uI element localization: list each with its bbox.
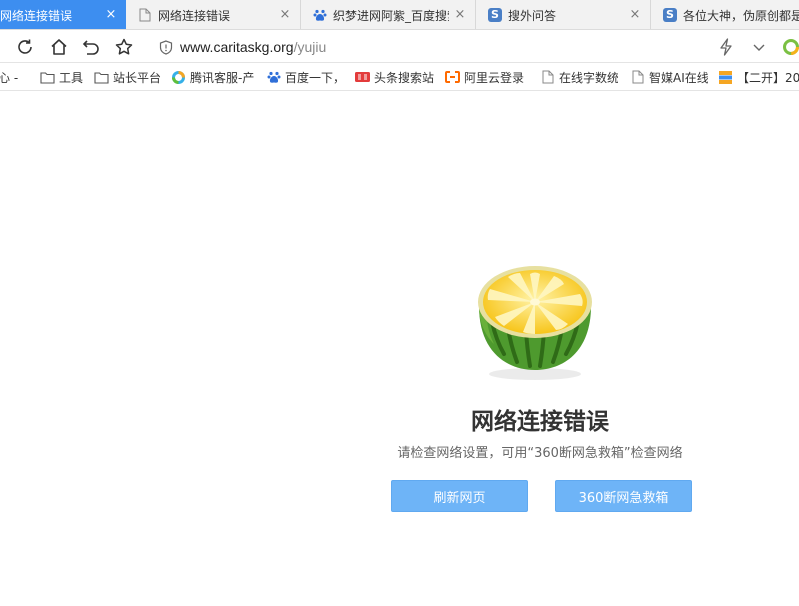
- tab-strip: 网络连接错误 × 网络连接错误 × 织梦进网阿紫_百度搜索 × S 搜外问答 ×…: [0, 0, 799, 30]
- shield-icon[interactable]: [159, 40, 173, 59]
- tab-title: 各位大神，伪原创都是: [683, 8, 799, 23]
- refresh-page-button[interactable]: 刷新网页: [391, 480, 528, 512]
- close-icon[interactable]: ×: [278, 8, 292, 22]
- bookmarks-bar: 心 - 工具 站长平台 腾讯客服-产 百度一下， 头条搜索站 阿里云登录 在线字…: [0, 63, 799, 91]
- chevron-down-icon[interactable]: [748, 36, 770, 58]
- tab[interactable]: 织梦进网阿紫_百度搜索 ×: [301, 0, 476, 29]
- undo-close-icon[interactable]: [80, 36, 102, 58]
- baidu-paw-icon: [313, 8, 327, 22]
- toutiao-icon: [355, 70, 370, 85]
- navigation-bar: www.caritaskg.org/yujiu: [0, 30, 799, 63]
- sowai-s-icon: S: [488, 8, 502, 22]
- bookmark-folder-tools[interactable]: 工具: [40, 69, 90, 85]
- tab[interactable]: 网络连接错误 ×: [126, 0, 301, 29]
- bookmark-item[interactable]: 心 -: [0, 69, 28, 85]
- bookmark-item[interactable]: 头条搜索站: [355, 69, 435, 85]
- bookmark-item[interactable]: 在线字数统: [540, 69, 618, 85]
- tab-title: 织梦进网阿紫_百度搜索: [333, 8, 449, 23]
- bookmark-label: 【二开】20: [737, 70, 799, 85]
- bookmark-label: 心 -: [0, 70, 19, 85]
- bookmark-label: 百度一下，: [285, 70, 344, 85]
- bookmark-label: 在线字数统: [559, 70, 618, 85]
- bookmark-item[interactable]: 【二开】20: [718, 69, 799, 85]
- home-icon[interactable]: [48, 36, 70, 58]
- close-icon[interactable]: ×: [628, 8, 642, 22]
- bookmark-label: 站长平台: [113, 70, 162, 85]
- folder-icon: [94, 70, 109, 85]
- bookmark-label: 腾讯客服-产: [190, 70, 255, 85]
- bookmark-item[interactable]: 智媒AI在线: [630, 69, 708, 85]
- bookmark-folder-webmaster[interactable]: 站长平台: [94, 69, 164, 85]
- close-icon[interactable]: ×: [453, 8, 467, 22]
- bookmark-label: 头条搜索站: [374, 70, 435, 85]
- stack-icon: [718, 70, 733, 85]
- tab-title: 搜外问答: [508, 8, 557, 23]
- tencent-icon: [171, 70, 186, 85]
- tab-title: 网络连接错误: [158, 8, 231, 23]
- bookmark-label: 工具: [59, 70, 84, 85]
- sowai-s-icon: S: [663, 8, 677, 22]
- baidu-paw-icon: [266, 70, 281, 85]
- bookmark-label: 阿里云登录: [464, 70, 525, 85]
- bookmark-label: 智媒AI在线: [649, 70, 708, 85]
- tab-active[interactable]: 网络连接错误 ×: [0, 0, 126, 29]
- close-icon[interactable]: ×: [104, 8, 118, 22]
- search-engine-icon[interactable]: [780, 36, 799, 58]
- fruit-icon: [472, 262, 598, 382]
- lightning-icon[interactable]: [715, 36, 737, 58]
- page-icon: [540, 70, 555, 85]
- address-bar[interactable]: www.caritaskg.org/yujiu: [152, 34, 792, 60]
- network-rescue-button[interactable]: 360断网急救箱: [555, 480, 692, 512]
- url-host: www.caritaskg.org: [180, 39, 294, 55]
- bookmark-item[interactable]: 腾讯客服-产: [171, 69, 255, 85]
- refresh-icon[interactable]: [14, 36, 36, 58]
- url-path: /yujiu: [293, 39, 327, 55]
- bookmark-item[interactable]: 百度一下，: [266, 69, 344, 85]
- aliyun-icon: [445, 70, 460, 85]
- page-icon: [138, 8, 152, 22]
- page-icon: [630, 70, 645, 85]
- bookmark-item[interactable]: 阿里云登录: [445, 69, 527, 85]
- tab[interactable]: S 搜外问答 ×: [476, 0, 651, 29]
- tab[interactable]: S 各位大神，伪原创都是: [651, 0, 799, 29]
- error-description: 请检查网络设置，可用“360断网急救箱”检查网络: [397, 446, 683, 461]
- folder-icon: [40, 70, 55, 85]
- url-text[interactable]: www.caritaskg.org/yujiu: [180, 39, 326, 55]
- error-title: 网络连接错误: [471, 409, 609, 435]
- star-icon[interactable]: [113, 36, 135, 58]
